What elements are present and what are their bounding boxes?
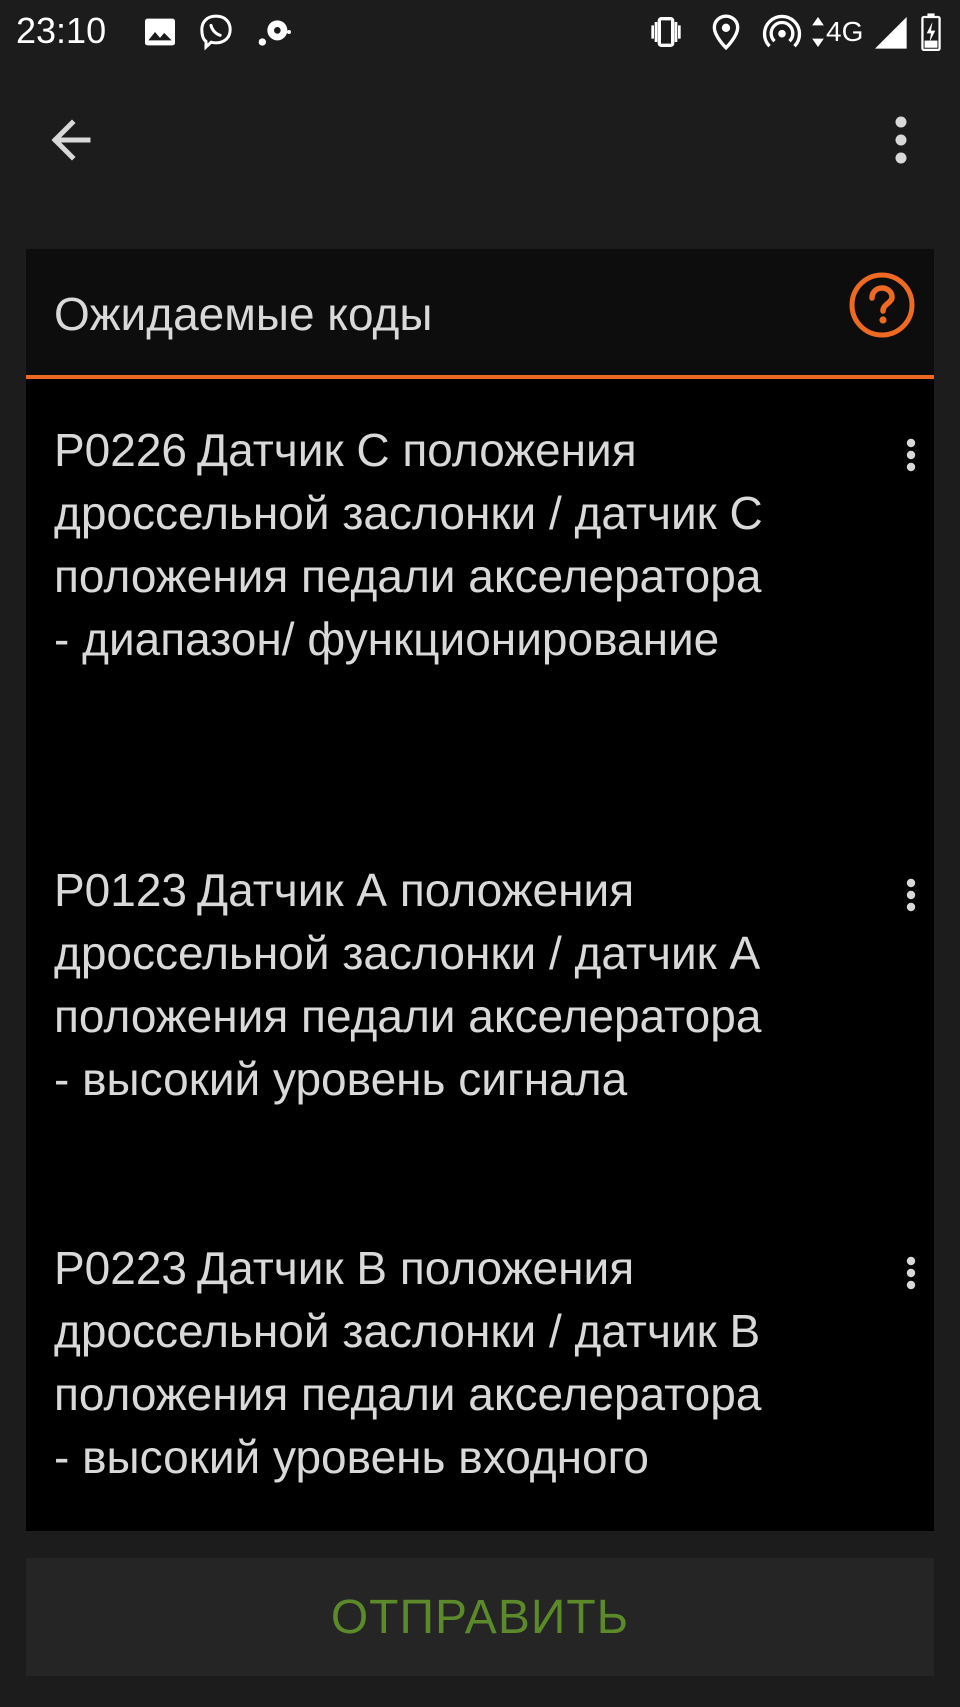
more-vert-icon (870, 116, 930, 180)
dialog-title: Ожидаемые коды (54, 288, 433, 340)
status-bar: 23:10 4G (0, 0, 960, 66)
list-item[interactable]: P0123 Датчик А положения дроссельной засл… (54, 859, 916, 1111)
item-menu-button[interactable] (896, 1249, 926, 1309)
send-button[interactable]: ОТПРАВИТЬ (26, 1558, 934, 1676)
more-options-button[interactable] (870, 106, 930, 176)
back-button[interactable] (40, 106, 110, 176)
viber-icon (196, 12, 236, 52)
item-menu-button[interactable] (896, 431, 926, 491)
help-button[interactable] (846, 269, 918, 341)
arrow-left-icon (40, 119, 110, 180)
network-type-label: 4G (826, 16, 864, 47)
send-button-label: ОТПРАВИТЬ (330, 1590, 630, 1644)
more-vert-icon (896, 438, 926, 495)
app-bar (0, 66, 960, 212)
image-icon (140, 12, 180, 52)
code-text: P0123 Датчик А положения дроссельной засл… (54, 859, 774, 1111)
cast-icon (254, 12, 294, 52)
code-id: P0223 (54, 1242, 188, 1294)
code-text: P0226 Датчик С положения дроссельной засл… (54, 419, 774, 671)
help-circle-icon (846, 272, 918, 345)
battery-charging-icon (914, 12, 948, 52)
location-icon (706, 12, 746, 52)
hotspot-icon (762, 12, 802, 52)
expected-codes-dialog: Ожидаемые коды P0226 Датчик С положения д… (26, 249, 934, 1531)
signal-icon (870, 12, 910, 52)
vibrate-icon (646, 12, 686, 52)
more-vert-icon (896, 878, 926, 935)
more-vert-icon (896, 1256, 926, 1313)
code-id: P0123 (54, 864, 188, 916)
list-item[interactable]: P0223 Датчик В положения дроссельной засл… (54, 1237, 916, 1489)
dialog-header: Ожидаемые коды (26, 249, 934, 379)
data-arrows-icon (808, 12, 828, 52)
code-text: P0223 Датчик В положения дроссельной засл… (54, 1237, 774, 1489)
status-time: 23:10 (16, 10, 107, 51)
list-item[interactable]: P0226 Датчик С положения дроссельной засл… (54, 419, 916, 671)
item-menu-button[interactable] (896, 871, 926, 931)
code-id: P0226 (54, 424, 188, 476)
